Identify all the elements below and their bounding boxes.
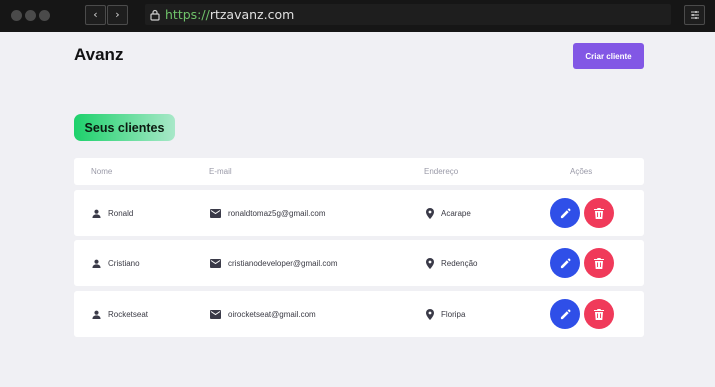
column-header-actions: Ações	[570, 167, 593, 176]
address-cell: Floripa	[426, 291, 465, 337]
edit-client-button[interactable]	[550, 198, 580, 228]
chevron-right-icon: ›	[115, 8, 120, 21]
maximize-window-dot[interactable]	[39, 10, 50, 21]
trash-icon	[594, 308, 604, 320]
map-pin-icon	[426, 308, 434, 320]
column-header-name: Nome	[91, 167, 113, 176]
pencil-icon	[560, 207, 571, 218]
name-cell: Rocketseat	[92, 291, 148, 337]
mail-icon	[210, 258, 221, 268]
mail-icon	[210, 309, 221, 319]
delete-client-button[interactable]	[584, 248, 614, 278]
client-name: Rocketseat	[108, 309, 149, 319]
edit-client-button[interactable]	[550, 248, 580, 278]
person-icon	[92, 209, 101, 218]
client-email: ronaldtomaz5g@gmail.com	[228, 208, 326, 218]
brand-logo[interactable]: Avanz	[74, 45, 123, 65]
sliders-icon	[690, 11, 699, 19]
url-text: https://rtzavanz.com	[165, 7, 294, 22]
name-cell: Cristiano	[92, 240, 140, 286]
browser-toolbar: ‹ › https://rtzavanz.com	[0, 0, 715, 32]
table-row: Rocketseat oirocketseat@gmail.com Florip…	[74, 291, 644, 337]
email-cell: oirocketseat@gmail.com	[210, 291, 316, 337]
address-cell: Redenção	[426, 240, 477, 286]
section-title-badge: Seus clientes	[74, 114, 175, 141]
lock-icon	[150, 9, 160, 21]
column-header-address: Endereço	[424, 167, 459, 176]
client-address: Acarape	[441, 208, 471, 218]
client-name: Cristiano	[108, 258, 140, 268]
table-row: Cristiano cristianodeveloper@gmail.com R…	[74, 240, 644, 286]
column-header-email: E-mail	[209, 167, 232, 176]
person-icon	[92, 259, 101, 268]
client-name: Ronald	[108, 208, 134, 218]
chevron-left-icon: ‹	[93, 8, 98, 21]
person-icon	[92, 310, 101, 319]
table-header: Nome E-mail Endereço Ações	[74, 158, 644, 185]
forward-button[interactable]: ›	[107, 5, 128, 25]
email-cell: ronaldtomaz5g@gmail.com	[210, 190, 326, 236]
trash-icon	[594, 207, 604, 219]
address-cell: Acarape	[426, 190, 471, 236]
mail-icon	[210, 208, 221, 218]
create-client-button[interactable]: Criar cliente	[573, 43, 644, 69]
map-pin-icon	[426, 257, 434, 269]
table-row: Ronald ronaldtomaz5g@gmail.com Acarape	[74, 190, 644, 236]
client-email: oirocketseat@gmail.com	[228, 309, 316, 319]
address-bar[interactable]: https://rtzavanz.com	[145, 4, 671, 25]
delete-client-button[interactable]	[584, 198, 614, 228]
url-scheme: https://	[165, 7, 210, 22]
url-host: rtzavanz.com	[209, 7, 295, 22]
back-button[interactable]: ‹	[85, 5, 106, 25]
window-controls	[11, 10, 50, 21]
minimize-window-dot[interactable]	[25, 10, 36, 21]
client-email: cristianodeveloper@gmail.com	[228, 258, 338, 268]
edit-client-button[interactable]	[550, 299, 580, 329]
client-address: Floripa	[441, 309, 466, 319]
browser-menu-button[interactable]	[684, 5, 705, 25]
map-pin-icon	[426, 207, 434, 219]
pencil-icon	[560, 257, 571, 268]
name-cell: Ronald	[92, 190, 133, 236]
email-cell: cristianodeveloper@gmail.com	[210, 240, 338, 286]
close-window-dot[interactable]	[11, 10, 22, 21]
pencil-icon	[560, 308, 571, 319]
trash-icon	[594, 257, 604, 269]
client-address: Redenção	[441, 258, 478, 268]
delete-client-button[interactable]	[584, 299, 614, 329]
